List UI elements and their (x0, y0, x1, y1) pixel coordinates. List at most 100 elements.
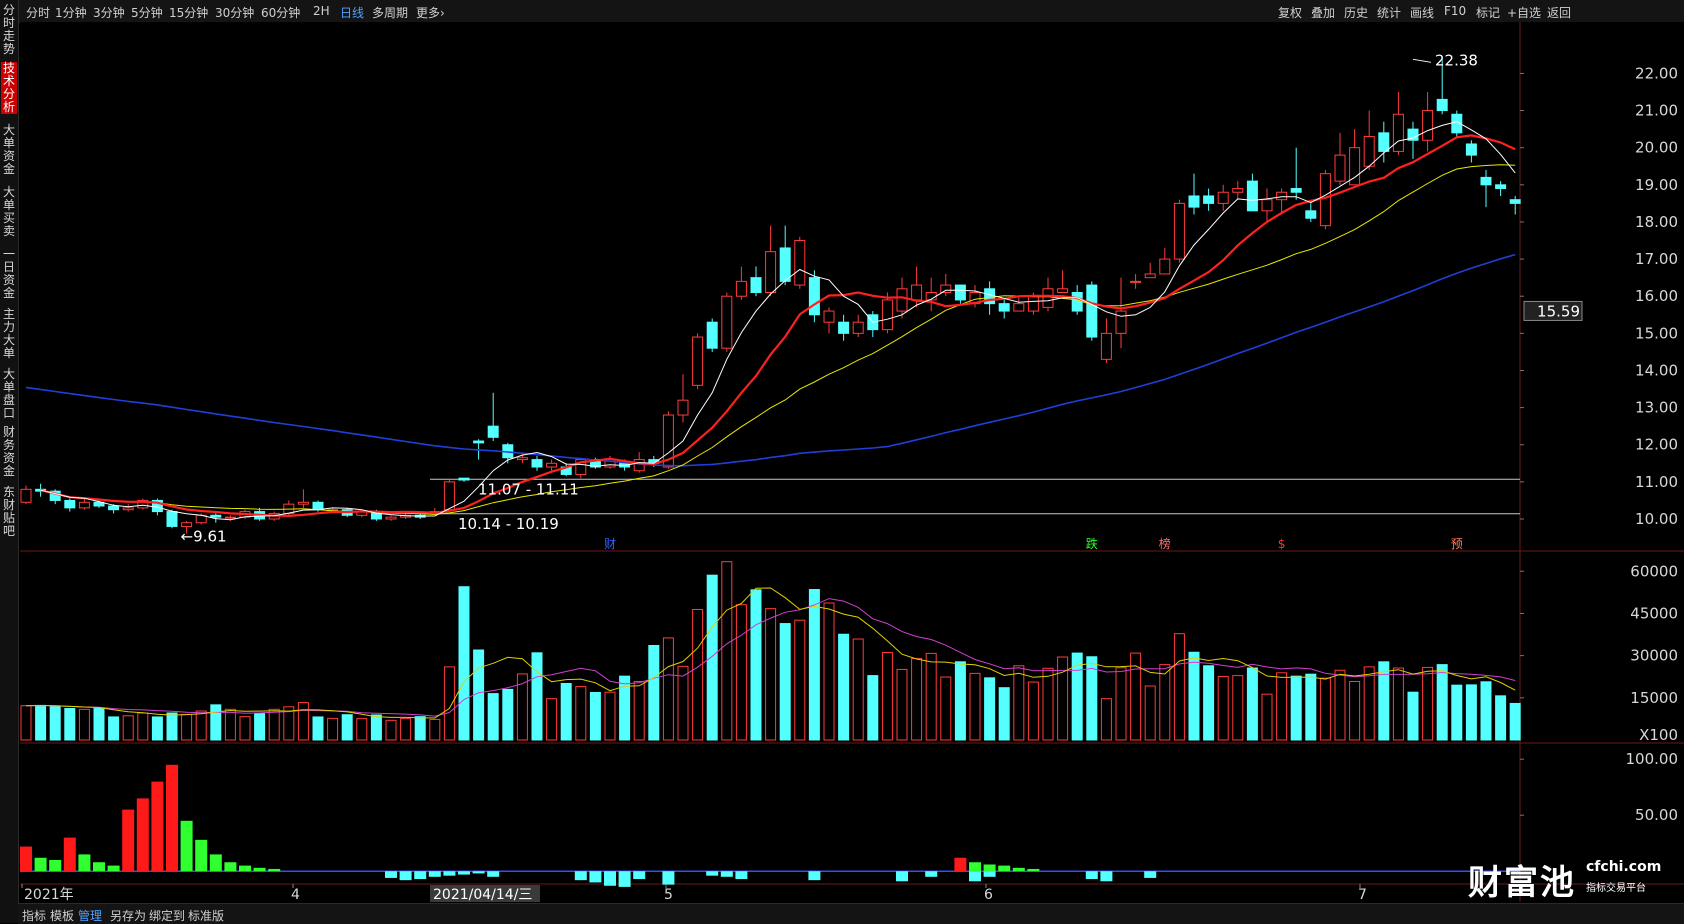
candle-body (78, 501, 90, 509)
vol-legend: ◉ VOL-TDX(5,10) VVOL: 1295884.38↑ VOLUME… (20, 514, 758, 530)
candle-body (35, 488, 47, 492)
period-tab-15min[interactable]: 15分钟 (169, 4, 208, 21)
wash-bar (239, 865, 251, 872)
candle-body (429, 511, 441, 514)
candle-body (1115, 310, 1127, 334)
watermark: 财富池 cfchi.com 指标交易平台 (1468, 855, 1678, 903)
bottom-tab-indicator[interactable]: 指标 (22, 907, 46, 924)
volume-bar (954, 661, 966, 741)
ind-settings-icon[interactable]: ◉ (20, 695, 32, 711)
draw-line-button[interactable]: 画线 (1410, 4, 1434, 21)
period-tab-1min[interactable]: 1分钟 (55, 4, 87, 21)
bottom-tab-manage[interactable]: 管理 (78, 907, 102, 924)
period-tab-2h[interactable]: 2H (313, 4, 330, 18)
period-tab-60min[interactable]: 60分钟 (261, 4, 300, 21)
restore-button[interactable]: 复权 (1278, 4, 1302, 21)
volume-bar (195, 710, 207, 741)
candle-body (1349, 147, 1361, 186)
history-button[interactable]: 历史 (1344, 4, 1368, 21)
candle-body (721, 295, 733, 349)
candle-body (1144, 273, 1156, 279)
sidebar-tab-technical[interactable]: 技术分析 (1, 62, 17, 114)
wash-bar (49, 860, 62, 872)
chevron-down-icon[interactable]: ◉ (170, 25, 182, 41)
period-tab-multi[interactable]: 多周期 (372, 4, 408, 21)
vol-ma10-value: MA10: 2135290.75↓ (610, 514, 756, 530)
bottom-tab-bind[interactable]: 绑定到 (149, 907, 185, 924)
sidebar-tab-big-order-fund[interactable]: 大单资金 (1, 124, 17, 176)
exit-bar (896, 871, 908, 882)
candle-body (108, 505, 120, 511)
sidebar-tab-fenshi[interactable]: 分时走势 (1, 4, 17, 56)
event-marker: 预 (1451, 537, 1463, 551)
volume-bar (1305, 673, 1317, 741)
candle-body (662, 414, 674, 468)
period-tab-5min[interactable]: 5分钟 (131, 4, 163, 21)
add-watchlist-button[interactable]: +自选 (1507, 4, 1541, 21)
template-label[interactable]: 默认主图 (189, 25, 245, 41)
volume-bar (370, 714, 382, 741)
main-pull-value: 主力拉高: 0.00 (454, 695, 551, 711)
volume-bar (1392, 667, 1404, 741)
volume-bar (1480, 681, 1492, 741)
volume-bar (1130, 652, 1142, 741)
ma10-line (40, 134, 1516, 518)
volume-bar (911, 657, 923, 741)
wash-bar (1012, 867, 1025, 872)
period-tab-more[interactable]: 更多› (416, 4, 445, 21)
sidebar-tab-order-book[interactable]: 大单盘口 (1, 368, 17, 420)
period-tab-3min[interactable]: 3分钟 (93, 4, 125, 21)
bottom-tab-standard[interactable]: 标准版 (188, 907, 224, 924)
stats-button[interactable]: 统计 (1377, 4, 1401, 21)
vol-settings-icon[interactable]: ◉ (20, 514, 32, 530)
candle-body (137, 499, 149, 509)
current-price-label: 15.59 (1537, 302, 1580, 320)
vol-indicator-name[interactable]: VOL-TDX(5,10) (39, 514, 142, 530)
sidebar-tab-day-fund[interactable]: 一日资金 (1, 248, 17, 300)
sidebar-tab-finance[interactable]: 财务资金 (1, 426, 17, 478)
candle-body (64, 499, 76, 509)
volume-bar (881, 652, 893, 741)
bottom-tab-template[interactable]: 模板 (50, 907, 74, 924)
y-tick-label: 22.00 (1635, 64, 1678, 82)
volume-bar (1144, 685, 1156, 741)
volume-bar (1290, 675, 1302, 741)
period-tab-30min[interactable]: 30分钟 (215, 4, 254, 21)
exit-bar (428, 871, 441, 877)
candle-body (589, 459, 601, 468)
volume-bar (648, 645, 660, 741)
indicator-name[interactable]: 主力同在指标 (39, 695, 123, 711)
volume-bar (998, 687, 1010, 741)
candle-body (1246, 180, 1258, 212)
indicator-legend: ◉ 主力同在指标 主力进场: 0.00 主力洗盘: 0.00 主力出货: -0.… (20, 692, 553, 712)
volume-bar (619, 675, 631, 741)
bottom-tab-save-as[interactable]: 另存为 (110, 907, 146, 924)
volume-bar (808, 589, 820, 741)
candle-body (1334, 154, 1346, 182)
candle-body (648, 459, 660, 464)
mark-button[interactable]: 标记 (1476, 4, 1500, 21)
y-tick-label: 14.00 (1635, 361, 1678, 379)
exit-bar (414, 871, 427, 880)
candle-body (1217, 191, 1229, 204)
volume-bar (1363, 666, 1375, 741)
y-tick-label: 19.00 (1635, 176, 1678, 194)
period-tab-daily[interactable]: 日线 (340, 4, 364, 21)
volume-bar (1451, 684, 1463, 741)
overlay-button[interactable]: 叠加 (1311, 4, 1335, 21)
sidebar-tab-forum[interactable]: 东财贴吧 (1, 486, 17, 538)
exit-bar (385, 871, 397, 878)
sidebar-tab-big-order-trade[interactable]: 大单买卖 (1, 186, 17, 238)
sidebar-tab-main-order[interactable]: 主力大单 (1, 308, 17, 360)
volume-bar (108, 716, 120, 741)
exit-bar (1085, 871, 1098, 880)
high-price-label: 22.38 (1435, 51, 1478, 69)
main-legend: 长安汽车(日线,前复权) ◉ 默认主图 MA5: 19.39↓ MA10: 19… (22, 22, 665, 42)
back-button[interactable]: 返回 (1547, 4, 1571, 21)
ma20-line (55, 164, 1516, 515)
f10-button[interactable]: F10 (1444, 4, 1466, 18)
candle-body (1422, 110, 1434, 141)
period-tab-fenshi[interactable]: 分时 (26, 4, 50, 21)
wash-bar (180, 820, 193, 872)
candle-body (327, 509, 339, 512)
